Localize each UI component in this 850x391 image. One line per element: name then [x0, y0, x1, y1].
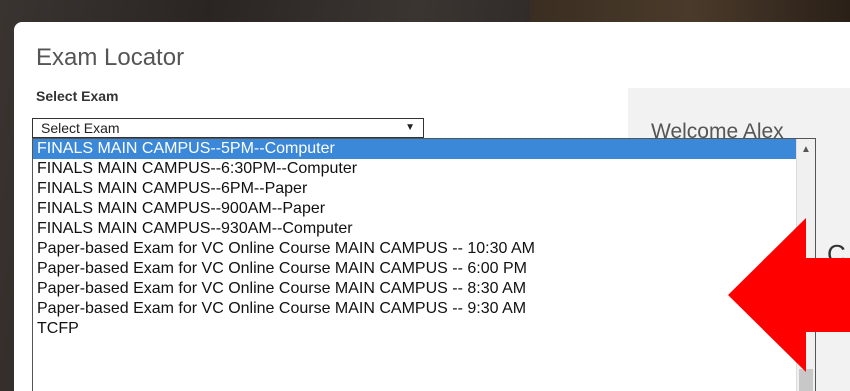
dropdown-options: FINALS MAIN CAMPUS--5PM--Computer FINALS … — [33, 139, 815, 339]
dropdown-option[interactable]: Paper-based Exam for VC Online Course MA… — [33, 259, 815, 279]
dropdown-option[interactable]: FINALS MAIN CAMPUS--5PM--Computer — [33, 139, 815, 159]
exam-select-value: Select Exam — [41, 120, 120, 136]
dropdown-option[interactable]: Paper-based Exam for VC Online Course MA… — [33, 299, 815, 319]
dropdown-option[interactable]: FINALS MAIN CAMPUS--930AM--Computer — [33, 219, 815, 239]
select-exam-label: Select Exam — [36, 88, 119, 104]
dropdown-option[interactable]: TCFP — [33, 319, 815, 339]
exam-select[interactable]: Select Exam ▼ — [32, 118, 424, 138]
dropdown-arrow-icon: ▼ — [405, 122, 415, 133]
scroll-up-icon[interactable]: ▲ — [801, 144, 811, 155]
red-arrow-annotation — [728, 218, 850, 372]
dropdown-option[interactable]: FINALS MAIN CAMPUS--6:30PM--Computer — [33, 159, 815, 179]
dropdown-option[interactable]: FINALS MAIN CAMPUS--900AM--Paper — [33, 199, 815, 219]
exam-locator-panel: Exam Locator Select Exam Select Exam ▼ W… — [14, 22, 850, 391]
page-title: Exam Locator — [36, 44, 185, 71]
exam-dropdown-list[interactable]: FINALS MAIN CAMPUS--5PM--Computer FINALS … — [32, 138, 816, 391]
dropdown-option[interactable]: Paper-based Exam for VC Online Course MA… — [33, 239, 815, 259]
dropdown-option[interactable]: Paper-based Exam for VC Online Course MA… — [33, 279, 815, 299]
dropdown-option[interactable]: FINALS MAIN CAMPUS--6PM--Paper — [33, 179, 815, 199]
